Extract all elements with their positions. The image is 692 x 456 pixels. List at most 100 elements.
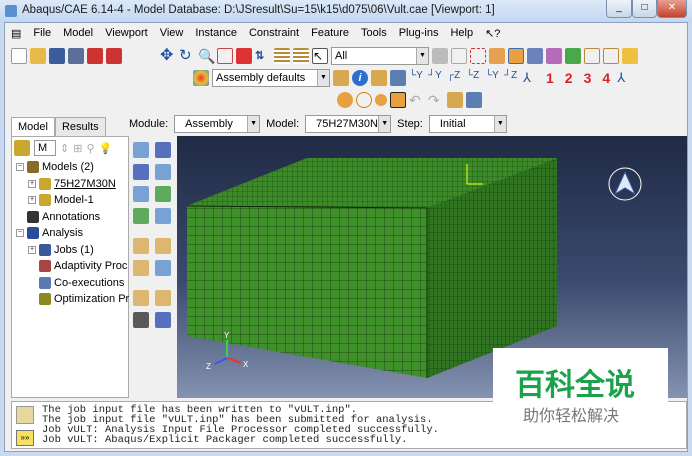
redo-icon[interactable]: ↷ [428, 92, 444, 108]
solid-icon[interactable] [565, 47, 581, 64]
box-select-icon[interactable] [451, 47, 467, 64]
view-back-icon[interactable]: ┘Y [428, 70, 444, 86]
merge-cut-icon[interactable] [133, 208, 149, 224]
boolean-icon[interactable] [155, 208, 171, 224]
menu-viewport[interactable]: Viewport [99, 27, 154, 39]
tree-item[interactable]: + Model-1 [28, 194, 94, 206]
hidden-icon[interactable] [603, 47, 619, 64]
command-line-tab-icon[interactable]: »» [16, 430, 34, 446]
expand-icon[interactable]: ⊞ [73, 142, 82, 155]
tools-icon[interactable] [447, 91, 463, 108]
menu-constraint[interactable]: Constraint [243, 27, 305, 39]
undo-icon[interactable]: ↶ [409, 92, 425, 108]
tree-item[interactable]: − Models (2) [16, 161, 94, 173]
datum-axis-icon[interactable] [155, 312, 171, 328]
import-icon[interactable] [87, 47, 103, 64]
lightbulb-icon[interactable]: 💡 [99, 142, 113, 155]
menu-view[interactable]: View [154, 27, 190, 39]
select-arrow-icon[interactable]: ↖ [312, 47, 328, 64]
auto-fit-icon[interactable] [236, 47, 252, 64]
box-zoom-icon[interactable] [217, 47, 233, 64]
table-icon[interactable] [390, 69, 406, 86]
create-part-icon[interactable] [133, 142, 149, 158]
app-menu-icon[interactable]: ▤ [5, 27, 27, 40]
iso-view-icon[interactable]: ⅄ [523, 70, 539, 86]
position-constraint-icon[interactable] [133, 260, 149, 276]
edge-to-edge-icon[interactable] [133, 290, 149, 306]
grid-icon[interactable] [274, 47, 290, 64]
selection-filter-select[interactable]: All ▼ [331, 46, 429, 65]
sphere-icon[interactable] [375, 93, 387, 106]
info-icon[interactable]: i [352, 69, 368, 86]
maximize-button[interactable]: □ [632, 0, 657, 18]
tree-item[interactable]: + Jobs (1) [28, 243, 94, 256]
cycle-icon[interactable]: ⇅ [255, 48, 271, 64]
render-icon[interactable] [508, 47, 524, 64]
user-view-icon[interactable]: ⅄ [617, 70, 633, 86]
view-top-icon[interactable]: ┌Z [447, 70, 463, 86]
menu-plugins[interactable]: Plug-ins [393, 27, 445, 39]
render-style-select[interactable]: Assembly defaults ▼ [212, 68, 330, 87]
step-select[interactable]: Initial ▼ [428, 115, 507, 133]
coincident-icon[interactable] [133, 238, 149, 254]
close-button[interactable]: ✕ [657, 0, 687, 18]
linear-pattern-icon[interactable] [155, 142, 171, 158]
view-3-button[interactable]: 3 [584, 70, 592, 86]
tab-model[interactable]: Model [11, 117, 55, 136]
collapse-icon[interactable]: − [16, 229, 24, 237]
mesh-shaded-icon[interactable] [527, 47, 543, 64]
tree-item[interactable]: +75H27M30N [28, 177, 116, 190]
expand-icon[interactable]: + [28, 179, 36, 188]
tree-item[interactable]: − Analysis [16, 227, 83, 239]
view-left-icon[interactable]: └Y [485, 70, 501, 86]
new-icon[interactable] [11, 47, 27, 64]
tree-item[interactable]: Annotations [16, 210, 100, 223]
shaded-icon[interactable] [622, 47, 638, 64]
save-icon[interactable] [49, 47, 65, 64]
menu-feature[interactable]: Feature [305, 27, 355, 39]
print-icon[interactable] [68, 47, 84, 64]
highlight-icon[interactable] [489, 47, 505, 64]
tree-item[interactable]: Optimization Pr [28, 293, 129, 305]
pick-icon[interactable] [390, 91, 406, 108]
selection-icon[interactable] [432, 47, 448, 64]
partition-icon[interactable] [546, 47, 562, 64]
minimize-button[interactable]: _ [606, 0, 632, 18]
menu-model[interactable]: Model [57, 27, 99, 39]
tab-results[interactable]: Results [54, 117, 106, 136]
model-select[interactable]: 75H27M30N ▼ [305, 115, 392, 133]
view-right-icon[interactable]: ┘Z [504, 70, 520, 86]
menu-file[interactable]: File [27, 27, 57, 39]
ladder-icon[interactable] [293, 47, 309, 64]
display-group-icon[interactable] [333, 69, 349, 86]
drag-select-icon[interactable] [470, 47, 486, 64]
translate-icon[interactable] [155, 164, 171, 180]
union-icon[interactable] [337, 91, 353, 108]
sort-icon[interactable]: ⇕ [60, 142, 69, 155]
view-2-button[interactable]: 2 [565, 70, 573, 86]
menu-tools[interactable]: Tools [355, 27, 393, 39]
query-icon[interactable] [371, 69, 387, 86]
radial-pattern-icon[interactable] [133, 164, 149, 180]
menu-instance[interactable]: Instance [189, 27, 243, 39]
rotate-icon[interactable]: ↻ [179, 47, 195, 64]
view-bottom-icon[interactable]: └Z [466, 70, 482, 86]
create-datum-icon[interactable] [155, 260, 171, 276]
expand-icon[interactable]: + [28, 245, 36, 254]
rotate-instance-icon[interactable] [133, 186, 149, 202]
intersect-icon[interactable] [356, 91, 372, 108]
context-help-button[interactable]: ↖? [479, 27, 506, 40]
manager-icon[interactable] [466, 91, 482, 108]
parallel-face-icon[interactable] [155, 238, 171, 254]
view-4-button[interactable]: 4 [602, 70, 610, 86]
module-select[interactable]: Assembly ▼ [174, 115, 261, 133]
tree-item[interactable]: Adaptivity Proc [28, 260, 127, 272]
zoom-icon[interactable]: 🔍 [198, 48, 215, 64]
view-1-button[interactable]: 1 [546, 70, 554, 86]
filter-icon[interactable]: ⚲ [86, 142, 94, 155]
open-icon[interactable] [30, 47, 46, 64]
create-instance-icon[interactable] [155, 186, 171, 202]
wireframe-icon[interactable] [584, 47, 600, 64]
collapse-icon[interactable]: − [16, 163, 24, 171]
message-tab-icon[interactable] [16, 406, 34, 424]
